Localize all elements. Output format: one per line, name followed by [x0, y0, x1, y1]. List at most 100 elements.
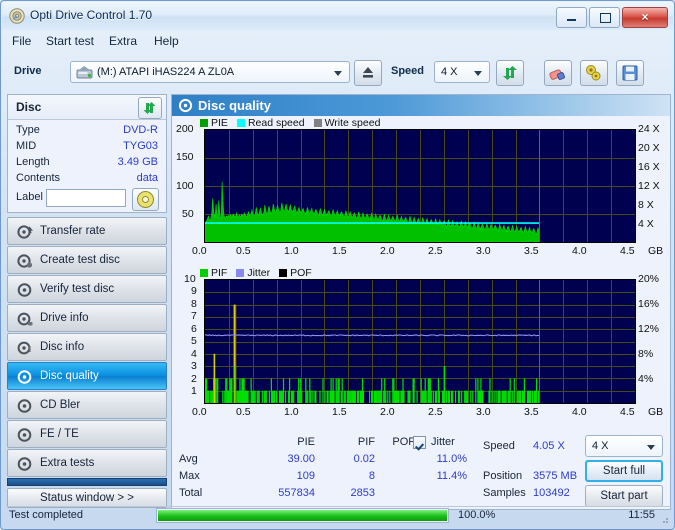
pie-chart: 200 150 100 50 24 X 20 X 16 X 12 X 8 X 4…: [172, 123, 670, 259]
stats-header-pif: PIF: [357, 436, 375, 448]
menu-item-start-test[interactable]: Start test: [46, 34, 94, 48]
settings-button[interactable]: [580, 60, 608, 86]
legend-label-write-speed: Write speed: [324, 117, 381, 129]
chart-series: [205, 181, 540, 242]
save-icon: [622, 65, 638, 81]
pie-plot-area[interactable]: [204, 129, 636, 243]
sidebar-item-disc-quality[interactable]: Disc quality: [7, 362, 167, 390]
drive-info-icon: [17, 312, 33, 326]
stats-pif-avg: 0.02: [353, 453, 375, 465]
speed-select[interactable]: 4 X: [434, 61, 490, 83]
speed-label: Speed: [391, 65, 425, 77]
close-button[interactable]: ×: [622, 7, 668, 28]
pie-y2tick: 4 X: [638, 218, 654, 230]
sidebar-item-verify-test-disc[interactable]: Verify test disc: [7, 275, 167, 303]
pie-xtick: 1.5: [332, 245, 347, 257]
pif-ytick: 1: [191, 385, 197, 397]
sidebar-item-create-test-disc[interactable]: Create test disc: [7, 246, 167, 274]
test-speed-value: 4 X: [592, 440, 609, 452]
disc-row-value: 3.49 GB: [117, 156, 158, 168]
test-speed-select[interactable]: 4 X: [585, 435, 663, 457]
drive-value: (M:) ATAPI iHAS224 A ZL0A: [97, 66, 235, 78]
refresh-button[interactable]: [496, 60, 524, 86]
menu-item-file[interactable]: File: [12, 34, 31, 48]
label-input[interactable]: [46, 189, 126, 207]
menu-item-extra[interactable]: Extra: [109, 34, 137, 48]
disc-quality-icon: [178, 98, 193, 113]
disc-burn-icon: [17, 254, 33, 268]
sidebar-item-drive-info[interactable]: Drive info: [7, 304, 167, 332]
sidebar-item-disc-info[interactable]: Disc info: [7, 333, 167, 361]
legend-swatch-pie: [200, 119, 208, 127]
disc-extra-icon: [17, 457, 32, 471]
disc-info-icon: [17, 341, 31, 355]
eject-button[interactable]: [354, 60, 382, 86]
sidebar-item-extra-tests[interactable]: Extra tests: [7, 449, 167, 477]
status-window-button[interactable]: Status window > >: [7, 488, 167, 508]
legend-swatch-pif: [200, 269, 208, 277]
menu-bar: File Start test Extra Help: [2, 30, 673, 51]
stats-panel: PIE PIF POF Jitter Avg Max Total 39.00 1…: [173, 434, 671, 508]
pif-xtick: 0.0: [192, 406, 207, 418]
pie-y2tick: 12 X: [638, 180, 660, 192]
disc-refresh-button[interactable]: [138, 97, 162, 119]
app-window: Opti Drive Control 1.70 × File Start tes…: [0, 0, 675, 530]
refresh-icon: [143, 102, 156, 114]
start-part-button[interactable]: Start part: [585, 485, 663, 507]
minimize-button[interactable]: [556, 7, 587, 28]
pif-ytick: 10: [184, 273, 196, 285]
disc-icon: [9, 8, 25, 24]
nav-list: Transfer rate Create test disc Verify te…: [7, 217, 167, 478]
label-field-label: Label: [16, 191, 43, 203]
save-button[interactable]: [616, 60, 644, 86]
disc-row-key: MID: [16, 140, 37, 152]
disc-check-icon: [17, 283, 32, 297]
stats-side-key-position: Position: [483, 470, 523, 482]
pie-y2tick: 20 X: [638, 142, 660, 154]
erase-button[interactable]: [544, 60, 572, 86]
sidebar-item-label: FE / TE: [40, 428, 79, 440]
pif-ytick: 5: [191, 335, 197, 347]
stats-side-value-position: 3575 MB: [533, 470, 578, 482]
pie-y2tick: 16 X: [638, 161, 660, 173]
jitter-checkbox[interactable]: [413, 436, 426, 449]
pif-plot-area[interactable]: [204, 279, 636, 404]
menu-item-help[interactable]: Help: [154, 34, 179, 48]
status-bar: Test completed 100.0% 11:55: [6, 506, 671, 525]
pie-xaxis-unit: GB: [648, 245, 664, 257]
legend-swatch-write-speed: [313, 119, 322, 127]
disc-row-value: data: [136, 172, 158, 184]
pif-xtick: 0.5: [236, 406, 251, 418]
start-full-button[interactable]: Start full: [585, 460, 663, 482]
nav-accent-bar: [7, 478, 167, 486]
resize-grip-icon[interactable]: [659, 514, 669, 524]
title-bar: Opti Drive Control 1.70 ×: [2, 2, 673, 30]
stats-pif-total: 2853: [350, 487, 375, 499]
pie-ytick: 200: [176, 123, 194, 135]
disc-row-length: Length 3.49 GB: [8, 156, 166, 172]
stats-pie-max: 109: [296, 470, 315, 482]
chart-marker-line: [539, 130, 540, 242]
maximize-button[interactable]: [589, 7, 620, 28]
stats-header-pie: PIE: [297, 436, 315, 448]
drive-select[interactable]: (M:) ATAPI iHAS224 A ZL0A: [70, 61, 350, 83]
stats-side-value-speed: 4.05 X: [533, 440, 565, 452]
chart-marker-line: [539, 280, 540, 403]
sidebar-item-fe-te[interactable]: FE / TE: [7, 420, 167, 448]
sidebar-item-transfer-rate[interactable]: Transfer rate: [7, 217, 167, 245]
pif-y2tick: 4%: [638, 373, 654, 385]
pif-ytick: 9: [191, 285, 197, 297]
stats-jitter-avg: 11.0%: [436, 453, 467, 465]
disc-quality-icon: [17, 370, 32, 384]
pie-y2tick: 24 X: [638, 123, 660, 135]
sidebar-item-cd-bler[interactable]: CD Bler: [7, 391, 167, 419]
progress-fill: [158, 510, 447, 521]
pie-xtick: 4.0: [572, 245, 587, 257]
label-disc-button[interactable]: [132, 188, 159, 211]
disc-info-panel: Disc Type DVD-R MID TYG03 Length 3.49 GB…: [7, 94, 167, 213]
window-title: Opti Drive Control 1.70: [30, 8, 153, 22]
progress-bar: [156, 508, 449, 523]
stats-row-label-avg: Avg: [179, 453, 198, 465]
sidebar-item-label: Transfer rate: [40, 225, 106, 237]
legend-label-pif: PIF: [211, 267, 228, 279]
